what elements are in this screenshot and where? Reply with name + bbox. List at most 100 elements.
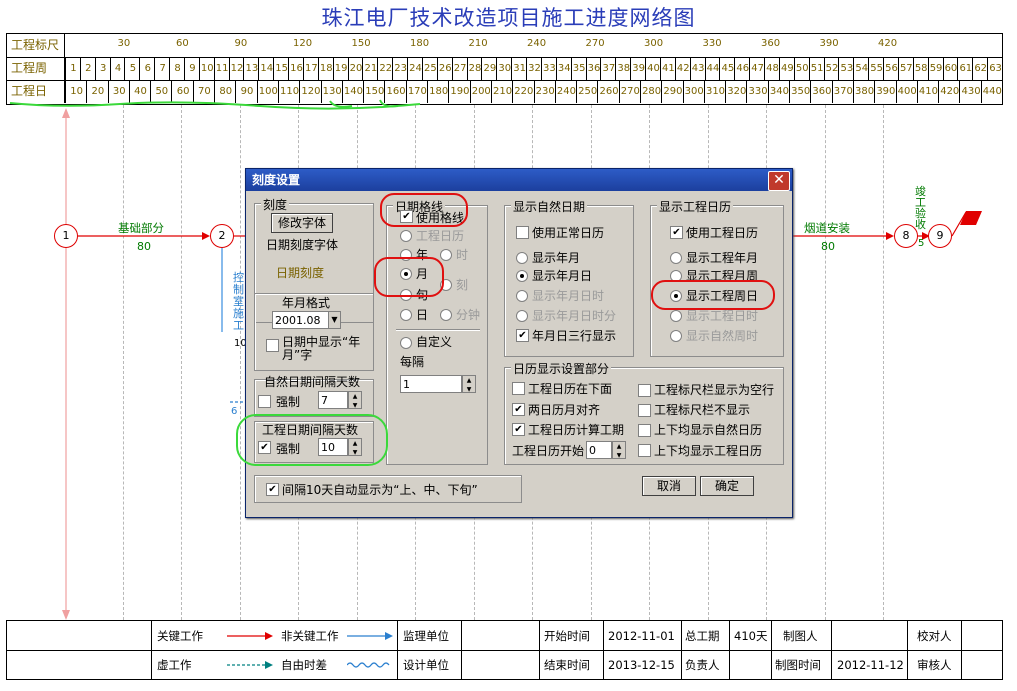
both-proj-checkbox[interactable] [638,444,651,457]
proj-start-label: 工程日历开始 [512,444,585,458]
legend-virtual-work-arrow [227,661,273,669]
use-normal-calendar-label: 使用正常日历 [532,226,605,240]
checker-label: 校对人 [917,629,952,643]
every-label: 每隔 [400,355,425,369]
align-checkbox[interactable]: ✔ [512,403,525,416]
show-ym-label: 显示年月 [532,251,581,265]
natural-interval-label: 自然日期间隔天数 [264,375,361,389]
use-normal-calendar-checkbox[interactable] [516,226,529,239]
legend-free-float-wave [347,662,390,668]
show-yearmonth-label: 日期中显示“年月”字 [282,335,361,362]
natural-force-checkbox[interactable] [258,395,271,408]
show-nwd-radio[interactable] [670,330,682,342]
every-spinner[interactable]: ▲ ▼ [462,375,476,393]
use-proj-calendar-label: 使用工程日历 [686,226,759,240]
both-natural-checkbox[interactable] [638,424,651,437]
natural-interval-spinner[interactable]: ▲ ▼ [348,391,362,409]
show-ymd-label: 显示年月日 [532,269,593,283]
calc-period-checkbox[interactable]: ✔ [512,423,525,436]
date-scale-sample: 日期刻度 [276,266,325,280]
calc-period-label: 工程日历计算工期 [528,423,625,437]
drawer-label: 制图人 [783,629,818,643]
show-ym-radio[interactable] [516,252,528,264]
minute-radio[interactable] [440,309,452,321]
natural-force-label: 强制 [276,395,301,409]
ruler-hide-label: 工程标尺栏不显示 [654,403,751,417]
show-ymdh-label: 显示年月日时 [532,289,605,303]
natural-interval-input[interactable]: 7 [318,391,348,409]
natural-date-title: 显示自然日期 [511,198,588,215]
close-icon[interactable]: ✕ [768,171,790,191]
show-ymdhm-label: 显示年月日时分 [532,309,617,323]
project-calendar-title: 显示工程日历 [657,198,734,215]
legend-nonkey-work-arrow [347,632,393,640]
proj-start-input[interactable]: 0 [586,441,612,459]
day-label: 日 [416,308,429,322]
end-time-label: 结束时间 [544,658,590,672]
day-radio[interactable] [400,309,412,321]
quarter-label: 刻 [456,278,469,292]
reviewer-label: 审核人 [917,658,952,672]
chevron-down-icon[interactable]: ▼ [328,311,341,329]
calendar-display-title: 日历显示设置部分 [511,360,612,377]
proj-calendar-radio[interactable] [400,230,412,242]
custom-label: 自定义 [416,335,453,349]
date-font-label: 日期刻度字体 [266,238,339,252]
year-month-format-select[interactable]: 2001.08 [272,311,330,329]
use-proj-calendar-checkbox[interactable]: ✔ [670,226,683,239]
proj-start-spinner[interactable]: ▲ ▼ [612,441,626,459]
ruler-blank-checkbox[interactable] [638,384,651,397]
legend-nonkey-work-label: 非关键工作 [281,629,339,643]
custom-radio[interactable] [400,337,412,349]
auto-xun-label: 间隔10天自动显示为“上、中、下旬” [282,483,478,497]
total-value: 410天 [734,629,768,643]
align-label: 两日历月对齐 [528,403,601,417]
proj-below-label: 工程日历在下面 [528,382,613,396]
every-input[interactable]: 1 [400,375,462,393]
show-ymdhm-radio[interactable] [516,310,528,322]
show-pym-label: 显示工程年月 [686,251,759,265]
proj-calendar-label: 工程日历 [416,229,465,243]
hour-label: 时 [456,248,469,262]
legend-virtual-work-label: 虚工作 [157,658,192,672]
legend-supervisor-label: 监理单位 [403,629,449,643]
scale-group-title: 刻度 [261,196,290,213]
show-ymd-radio[interactable] [516,270,528,282]
owner-label: 负责人 [685,658,720,672]
ruler-blank-label: 工程标尺栏显示为空行 [654,383,775,397]
ruler-hide-checkbox[interactable] [638,404,651,417]
both-natural-label: 上下均显示自然日历 [654,423,763,437]
annotation-circle-month [374,257,444,297]
start-time-label: 开始时间 [544,629,590,643]
dialog-title-bar[interactable]: 刻度设置 [246,169,792,191]
show-yearmonth-checkbox[interactable] [266,339,279,352]
modify-font-button[interactable]: 修改字体 [271,213,333,233]
three-rows-checkbox[interactable]: ✔ [516,329,529,342]
show-ymdh-radio[interactable] [516,290,528,302]
dialog-title: 刻度设置 [252,173,301,187]
annotation-circle-project-interval [236,414,388,466]
annotation-circle-use-grid [380,193,468,227]
three-rows-label: 年月日三行显示 [532,329,617,343]
proj-below-checkbox[interactable] [512,382,525,395]
draw-time-value: 2012-11-12 [837,658,904,672]
hour-radio[interactable] [440,249,452,261]
legend-key-work-arrow [227,632,273,640]
minute-label: 分钟 [456,308,481,322]
show-nwd-label: 显示自然周时 [686,329,759,343]
draw-time-label: 制图时间 [775,658,821,672]
end-time-value: 2013-12-15 [608,658,675,672]
both-proj-label: 上下均显示工程日历 [654,444,763,458]
year-month-format-label: 年月格式 [282,296,331,310]
total-label: 总工期 [685,629,720,643]
legend-designer-label: 设计单位 [403,658,449,672]
auto-xun-checkbox[interactable]: ✔ [266,483,279,496]
annotation-circle-week-day [651,280,775,310]
cancel-button[interactable]: 取消 [642,476,696,496]
show-pdh-radio[interactable] [670,310,682,322]
start-time-value: 2012-11-01 [608,629,675,643]
show-pym-radio[interactable] [670,252,682,264]
legend-table: 关键工作 非关键工作 监理单位 开始时间 2012-11-01 总工期 410天… [6,620,1003,680]
divider [396,329,480,331]
ok-button[interactable]: 确定 [700,476,754,496]
